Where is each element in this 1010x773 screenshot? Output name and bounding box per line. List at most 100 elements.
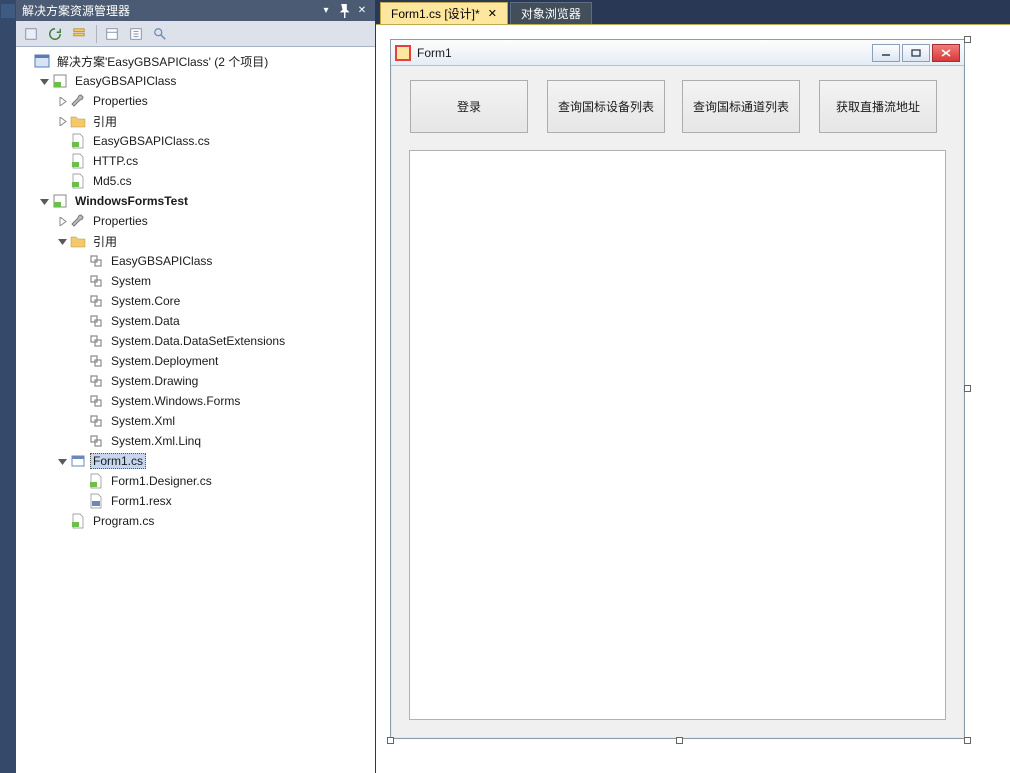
toolbar-collapse-icon[interactable] bbox=[68, 23, 90, 45]
tree-item-reference[interactable]: EasyGBSAPIClass bbox=[18, 251, 373, 271]
resize-handle[interactable] bbox=[964, 36, 971, 43]
wrench-icon bbox=[70, 213, 86, 229]
tree-item-label: Md5.cs bbox=[90, 173, 135, 189]
tree-item-resx-file[interactable]: Form1.resx bbox=[18, 491, 373, 511]
cs-file-icon bbox=[70, 513, 86, 529]
tab-form1-design[interactable]: Form1.cs [设计]* ✕ bbox=[380, 2, 508, 24]
document-area: Form1.cs [设计]* ✕ 对象浏览器 Form1 登录 查询国标设备列表… bbox=[376, 0, 1010, 773]
expander-icon[interactable] bbox=[56, 215, 68, 227]
close-icon[interactable]: ✕ bbox=[488, 7, 497, 20]
expander-icon[interactable] bbox=[56, 115, 68, 127]
reference-icon bbox=[88, 433, 104, 449]
toolbar-refresh-icon[interactable] bbox=[44, 23, 66, 45]
button-query-devices[interactable]: 查询国标设备列表 bbox=[547, 80, 665, 133]
solution-explorer-header[interactable]: 解决方案资源管理器 ▾ ✕ bbox=[16, 0, 375, 21]
solution-icon bbox=[34, 53, 50, 69]
tree-item-cs-file[interactable]: EasyGBSAPIClass.cs bbox=[18, 131, 373, 151]
tree-item-label: WindowsFormsTest bbox=[72, 193, 191, 209]
toolbar-properties-icon[interactable] bbox=[101, 23, 123, 45]
expander-icon[interactable] bbox=[38, 195, 50, 207]
expander-icon[interactable] bbox=[56, 95, 68, 107]
tree-item-label: Form1.resx bbox=[108, 493, 175, 509]
reference-icon bbox=[88, 333, 104, 349]
winform-file-icon bbox=[70, 453, 86, 469]
tree-item-reference[interactable]: System.Deployment bbox=[18, 351, 373, 371]
expander-icon[interactable] bbox=[38, 75, 50, 87]
expander-icon[interactable] bbox=[56, 455, 68, 467]
toolbar-showall-icon[interactable] bbox=[125, 23, 147, 45]
tree-item-reference[interactable]: System.Xml.Linq bbox=[18, 431, 373, 451]
tree-item-reference[interactable]: System.Windows.Forms bbox=[18, 391, 373, 411]
tree-item-label: System.Data bbox=[108, 313, 183, 329]
tree-item-cs-file[interactable]: Form1.Designer.cs bbox=[18, 471, 373, 491]
document-tab-strip: Form1.cs [设计]* ✕ 对象浏览器 bbox=[376, 0, 1010, 24]
close-button[interactable] bbox=[932, 44, 960, 62]
button-label: 查询国标通道列表 bbox=[693, 98, 789, 115]
tab-object-browser[interactable]: 对象浏览器 bbox=[510, 2, 592, 24]
tree-item-label: EasyGBSAPIClass bbox=[72, 73, 179, 89]
tree-item-reference[interactable]: System.Xml bbox=[18, 411, 373, 431]
expander-icon[interactable] bbox=[56, 235, 68, 247]
tree-item-label: System.Drawing bbox=[108, 373, 201, 389]
tree-item-reference[interactable]: System.Data.DataSetExtensions bbox=[18, 331, 373, 351]
tree-item-reference[interactable]: System.Core bbox=[18, 291, 373, 311]
project-windowsformstest[interactable]: WindowsFormsTest bbox=[18, 191, 373, 211]
button-query-channels[interactable]: 查询国标通道列表 bbox=[682, 80, 800, 133]
project-easygbsapiclass[interactable]: EasyGBSAPIClass bbox=[18, 71, 373, 91]
form-client-area[interactable]: 登录 查询国标设备列表 查询国标通道列表 获取直播流地址 bbox=[395, 70, 960, 734]
tree-item-references[interactable]: 引用 bbox=[18, 111, 373, 131]
reference-icon bbox=[88, 273, 104, 289]
panel-close-icon[interactable]: ✕ bbox=[355, 4, 369, 18]
toolbar-viewcode-icon[interactable] bbox=[149, 23, 171, 45]
tree-item-cs-file[interactable]: Program.cs bbox=[18, 511, 373, 531]
tree-item-reference[interactable]: System.Data bbox=[18, 311, 373, 331]
button-label: 登录 bbox=[457, 98, 481, 115]
tree-item-label: EasyGBSAPIClass.cs bbox=[90, 133, 213, 149]
tree-item-reference[interactable]: System bbox=[18, 271, 373, 291]
reference-icon bbox=[88, 313, 104, 329]
tree-item-label: Form1.Designer.cs bbox=[108, 473, 215, 489]
solution-tree[interactable]: 解决方案'EasyGBSAPIClass' (2 个项目) EasyGBSAPI… bbox=[16, 47, 375, 773]
solution-label: 解决方案'EasyGBSAPIClass' (2 个项目) bbox=[54, 52, 271, 71]
tree-item-label: Properties bbox=[90, 93, 151, 109]
csproj-icon bbox=[52, 73, 68, 89]
solution-explorer-title: 解决方案资源管理器 bbox=[22, 2, 315, 19]
resize-handle[interactable] bbox=[964, 385, 971, 392]
resize-handle[interactable] bbox=[676, 737, 683, 744]
reference-icon bbox=[88, 353, 104, 369]
toolbar-separator bbox=[96, 25, 97, 43]
references-folder-icon bbox=[70, 233, 86, 249]
tree-item-references[interactable]: 引用 bbox=[18, 231, 373, 251]
panel-dropdown-icon[interactable]: ▾ bbox=[319, 4, 333, 18]
solution-node[interactable]: 解决方案'EasyGBSAPIClass' (2 个项目) bbox=[18, 51, 373, 71]
button-get-stream[interactable]: 获取直播流地址 bbox=[819, 80, 937, 133]
tree-item-label: System.Deployment bbox=[108, 353, 221, 369]
winform-form1[interactable]: Form1 登录 查询国标设备列表 查询国标通道列表 获取直播流地址 bbox=[390, 39, 965, 739]
tree-item-properties[interactable]: Properties bbox=[18, 211, 373, 231]
output-panel[interactable] bbox=[409, 150, 946, 720]
panel-pin-icon[interactable] bbox=[337, 4, 351, 18]
resize-handle[interactable] bbox=[387, 737, 394, 744]
tree-item-cs-file[interactable]: Md5.cs bbox=[18, 171, 373, 191]
toolbar-home-icon[interactable] bbox=[20, 23, 42, 45]
tree-item-label: 引用 bbox=[90, 232, 120, 251]
button-login[interactable]: 登录 bbox=[410, 80, 528, 133]
wrench-icon bbox=[70, 93, 86, 109]
dock-icon bbox=[1, 4, 15, 18]
tree-item-label: System.Core bbox=[108, 293, 183, 309]
resize-handle[interactable] bbox=[964, 737, 971, 744]
cs-file-icon bbox=[70, 133, 86, 149]
tree-item-form1[interactable]: Form1.cs bbox=[18, 451, 373, 471]
references-folder-icon bbox=[70, 113, 86, 129]
tree-item-properties[interactable]: Properties bbox=[18, 91, 373, 111]
minimize-button[interactable] bbox=[872, 44, 900, 62]
reference-icon bbox=[88, 373, 104, 389]
tree-item-cs-file[interactable]: HTTP.cs bbox=[18, 151, 373, 171]
form-title: Form1 bbox=[417, 46, 870, 60]
left-dock-strip[interactable] bbox=[0, 0, 16, 773]
tree-item-reference[interactable]: System.Drawing bbox=[18, 371, 373, 391]
designer-surface[interactable]: Form1 登录 查询国标设备列表 查询国标通道列表 获取直播流地址 bbox=[376, 24, 1010, 773]
tree-item-label: System.Xml bbox=[108, 413, 178, 429]
winform-titlebar[interactable]: Form1 bbox=[391, 40, 964, 66]
maximize-button[interactable] bbox=[902, 44, 930, 62]
